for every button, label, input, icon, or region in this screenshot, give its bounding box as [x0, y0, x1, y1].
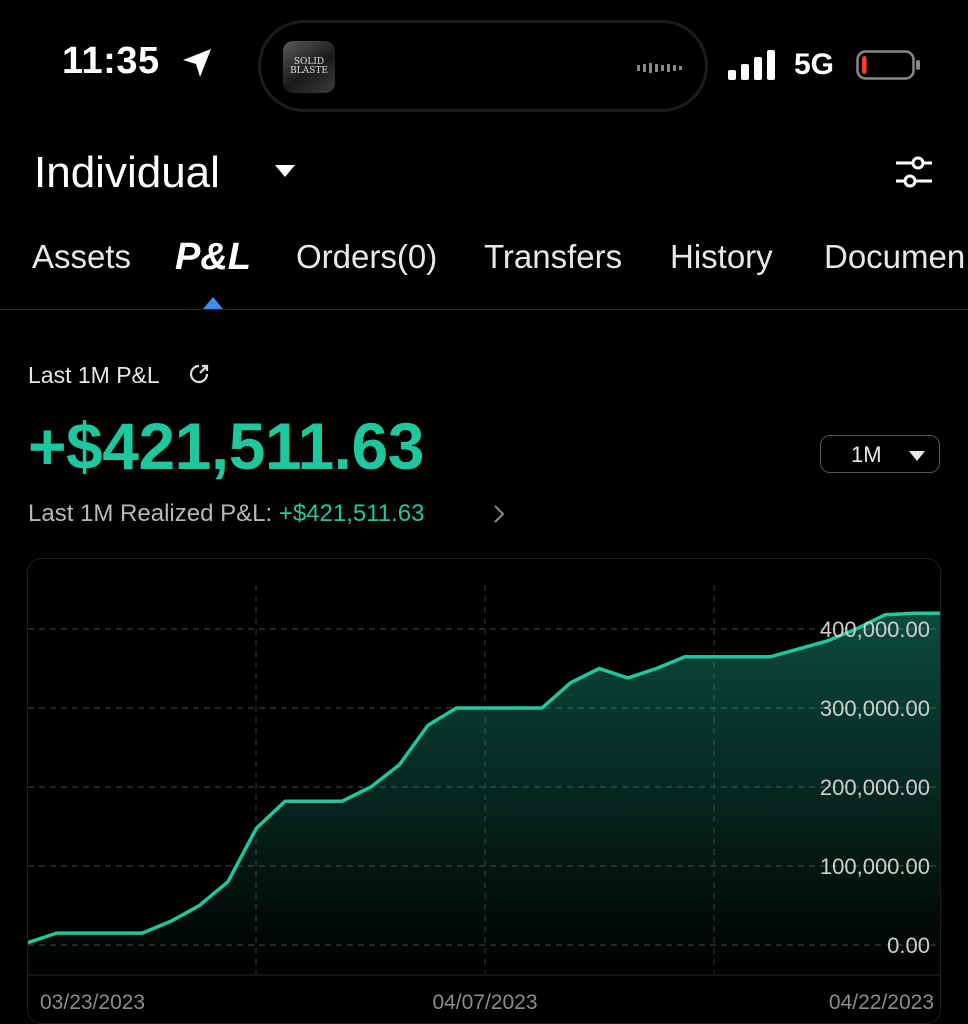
y-tick-label: 400,000.00 [820, 617, 930, 642]
y-tick-label: 0.00 [887, 933, 930, 958]
location-arrow-icon [183, 49, 211, 77]
status-time: 11:35 [62, 40, 160, 82]
caret-down-icon[interactable] [274, 164, 296, 178]
tab-pl[interactable]: P&L [175, 236, 251, 279]
pl-chart[interactable]: 400,000.00 300,000.00 200,000.00 100,000.00… [27, 558, 941, 1024]
realized-pl-value: +$421,511.63 [278, 500, 425, 527]
y-tick-label: 300,000.00 [820, 696, 930, 721]
network-type: 5G [794, 48, 835, 81]
y-tick-label: 100,000.00 [820, 854, 930, 879]
artwork-text: SOLID BLASTE [290, 57, 328, 76]
pl-total-value: +$421,511.63 [28, 409, 424, 483]
realized-pl-row[interactable]: Last 1M Realized P&L: +$421,511.63 [28, 500, 425, 528]
period-selector-label: 1M [851, 442, 882, 467]
account-tabs: Assets P&L Orders(0) Transfers History D… [0, 236, 968, 284]
chevron-right-icon[interactable] [492, 504, 506, 524]
caret-down-icon [909, 451, 925, 461]
y-tick-label: 200,000.00 [820, 775, 930, 800]
dynamic-island[interactable]: SOLID BLASTE [258, 20, 708, 112]
x-tick-label: 04/07/2023 [432, 991, 537, 1014]
x-tick-label: 04/22/2023 [829, 991, 934, 1014]
active-tab-indicator [203, 297, 223, 309]
now-playing-artwork[interactable]: SOLID BLASTE [283, 41, 335, 93]
share-icon[interactable] [188, 363, 210, 385]
battery-icon [856, 50, 920, 80]
period-selector[interactable]: 1M [820, 435, 940, 473]
realized-pl-label: Last 1M Realized P&L: [28, 500, 273, 527]
battery-level-fill [862, 56, 867, 74]
x-tick-label: 03/23/2023 [40, 991, 145, 1014]
account-selector-label[interactable]: Individual [34, 148, 220, 198]
tab-documents[interactable]: Documen [824, 238, 965, 276]
pl-period-label: Last 1M P&L [28, 362, 160, 388]
cellular-signal-icon [728, 50, 775, 80]
tabs-divider [0, 309, 968, 310]
tab-history[interactable]: History [670, 238, 773, 276]
tab-assets[interactable]: Assets [32, 238, 131, 276]
tab-orders[interactable]: Orders(0) [296, 238, 437, 276]
sliders-icon[interactable] [894, 154, 934, 190]
audio-waveform-icon [637, 63, 682, 73]
pl-chart-svg: 400,000.00 300,000.00 200,000.00 100,000.00… [28, 585, 940, 1014]
tab-transfers[interactable]: Transfers [484, 238, 622, 276]
